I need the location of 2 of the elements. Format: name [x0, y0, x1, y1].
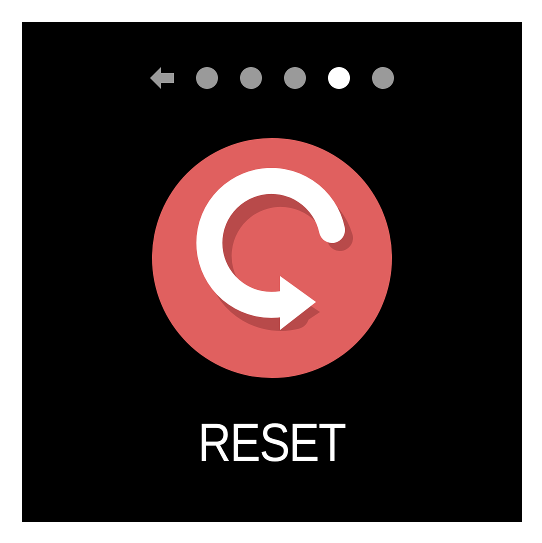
back-arrow-icon[interactable]	[150, 67, 174, 89]
reset-label: RESET	[198, 416, 346, 470]
